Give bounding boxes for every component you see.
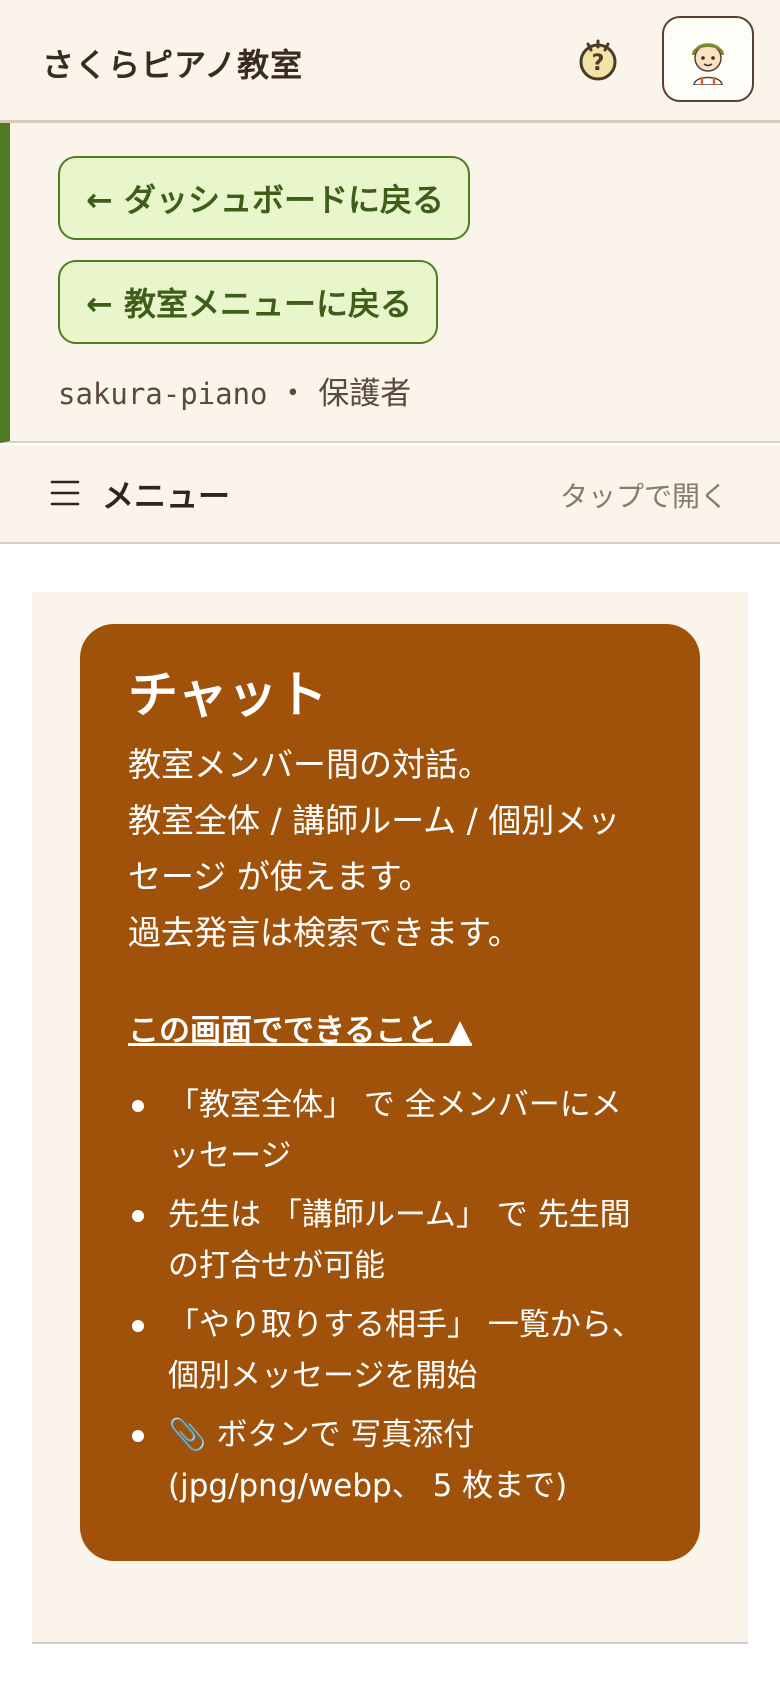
help-icon[interactable]: ? <box>574 38 622 86</box>
features-toggle-link[interactable]: この画面でできること ▲ <box>128 1005 472 1050</box>
menu-hint: タップで開く <box>559 480 728 513</box>
description-line: 教室メンバー間の対話。 <box>128 745 491 784</box>
navigation-panel: ← ダッシュボードに戻る ← 教室メニューに戻る sakura-piano ・ … <box>0 123 780 443</box>
menu-toggle[interactable]: メニュー タップで開く <box>0 445 780 544</box>
card-title: チャット <box>128 666 328 724</box>
svg-text:?: ? <box>592 51 605 76</box>
feature-item: 「教室全体」 で 全メンバーにメッセージ <box>128 1080 652 1182</box>
description-line: 教室全体 / 講師ルーム / 個別メッセージ が使えます。 <box>128 801 621 896</box>
divider <box>32 1642 748 1644</box>
description-line: 過去発言は検索できます。 <box>128 913 521 952</box>
feature-list: 「教室全体」 で 全メンバーにメッセージ 先生は 「講師ルーム」 で 先生間の打… <box>128 1080 652 1512</box>
feature-item: 先生は 「講師ルーム」 で 先生間の打合せが可能 <box>128 1190 652 1292</box>
app-title: さくらピアノ教室 <box>42 46 304 84</box>
back-to-classroom-menu-button[interactable]: ← 教室メニューに戻る <box>58 260 438 344</box>
back-to-dashboard-button[interactable]: ← ダッシュボードに戻る <box>58 156 470 240</box>
hamburger-menu-icon <box>50 480 80 506</box>
user-avatar-button[interactable] <box>662 16 754 102</box>
context-separator: ・ <box>277 376 309 412</box>
feature-item: 「やり取りする相手」 一覧から、 個別メッセージを開始 <box>128 1300 652 1402</box>
menu-label: メニュー <box>102 477 231 515</box>
user-role: 保護者 <box>318 376 412 412</box>
workspace-slug: sakura-piano <box>58 377 268 411</box>
workspace-context: sakura-piano ・ 保護者 <box>58 368 411 413</box>
app-header: さくらピアノ教室 ? <box>0 0 780 123</box>
chat-info-card: チャット 教室メンバー間の対話。 教室全体 / 講師ルーム / 個別メッセージ … <box>80 624 700 1561</box>
feature-item: 📎 ボタンで 写真添付 (jpg/png/webp、 5 枚まで) <box>128 1410 652 1512</box>
user-avatar-icon <box>692 43 724 85</box>
card-description: 教室メンバー間の対話。 教室全体 / 講師ルーム / 個別メッセージ が使えます… <box>128 737 652 961</box>
